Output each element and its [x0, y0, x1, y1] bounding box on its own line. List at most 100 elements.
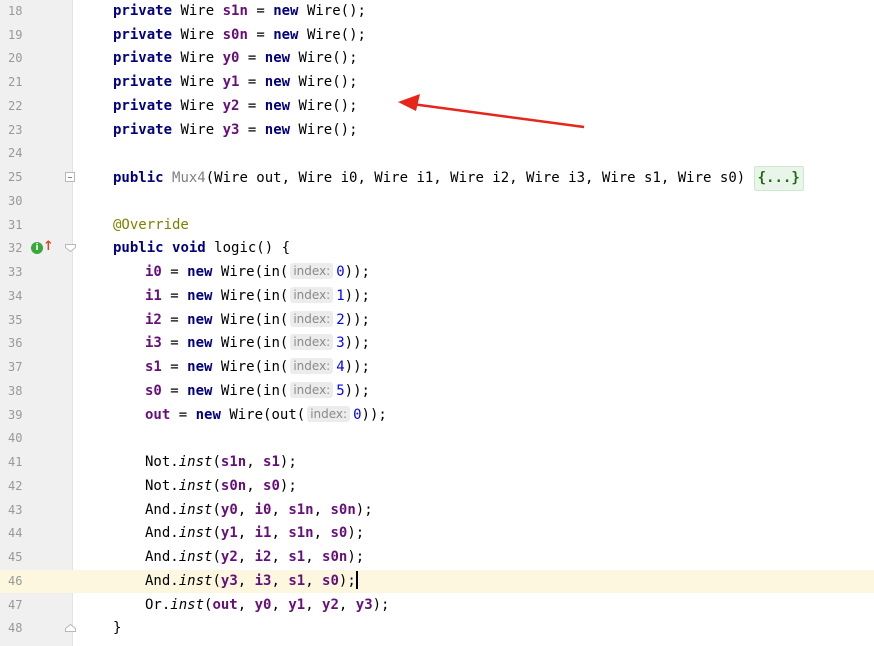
code-text[interactable]: private Wire y1 = new Wire();: [113, 71, 358, 94]
number-literal: 0: [353, 407, 362, 423]
keyword-private: private: [113, 122, 173, 138]
code-text[interactable]: And.inst(y0, i0, s1n, s0n);: [145, 499, 373, 522]
code-text[interactable]: private Wire y3 = new Wire();: [113, 119, 358, 142]
code-text[interactable]: Not.inst(s0n, s0);: [145, 475, 297, 498]
constructor-call: Wire(: [220, 383, 264, 399]
code-text[interactable]: Or.inst(out, y0, y1, y2, y3);: [145, 594, 389, 617]
code-line[interactable]: 37 s1 = new Wire(in(index: 4));: [0, 356, 874, 379]
keyword-private: private: [113, 3, 173, 19]
code-line[interactable]: 24: [0, 142, 874, 165]
code-line[interactable]: 39 out = new Wire(out(index: 0));: [0, 404, 874, 427]
code-line[interactable]: 41 Not.inst(s1n, s1);: [0, 451, 874, 474]
line-number: 23: [8, 123, 23, 137]
code-text[interactable]: private Wire y2 = new Wire();: [113, 95, 358, 118]
constructor-call: Wire();: [298, 98, 358, 114]
method-signature: logic() {: [205, 240, 291, 256]
argument: y1: [220, 525, 238, 541]
argument: i0: [254, 502, 272, 518]
code-line[interactable]: 35 i2 = new Wire(in(index: 2));: [0, 309, 874, 332]
line-number: 43: [8, 503, 23, 517]
field-name: y3: [222, 122, 240, 138]
code-line[interactable]: 43 And.inst(y0, i0, s1n, s0n);: [0, 499, 874, 522]
code-line[interactable]: 21 private Wire y1 = new Wire();: [0, 71, 874, 94]
static-method-call: inst: [178, 502, 213, 518]
keyword-public: public: [113, 240, 164, 256]
type-name: Wire: [180, 3, 215, 19]
code-line[interactable]: 23 private Wire y3 = new Wire();: [0, 119, 874, 142]
class-name: And: [145, 573, 171, 589]
code-line[interactable]: 48}: [0, 617, 874, 640]
code-text[interactable]: private Wire s1n = new Wire();: [113, 0, 366, 23]
keyword-new: new: [187, 288, 213, 304]
code-line[interactable]: 22 private Wire y2 = new Wire();: [0, 95, 874, 118]
closing-parens: ));: [344, 264, 370, 280]
code-line[interactable]: 20 private Wire y0 = new Wire();: [0, 47, 874, 70]
code-line[interactable]: 45 And.inst(y2, i2, s1, s0n);: [0, 546, 874, 569]
field-name: i1: [145, 288, 162, 304]
parameter-hint: index:: [290, 334, 334, 350]
code-text[interactable]: Not.inst(s1n, s1);: [145, 451, 297, 474]
fold-marker-icon[interactable]: [65, 244, 76, 252]
code-text[interactable]: }: [113, 617, 121, 640]
code-text[interactable]: i0 = new Wire(in(index: 0));: [145, 261, 370, 284]
code-line[interactable]: 42 Not.inst(s0n, s0);: [0, 475, 874, 498]
argument: s0n: [220, 478, 247, 494]
code-line[interactable]: 44 And.inst(y1, i1, s1n, s0);: [0, 522, 874, 545]
argument: out: [212, 597, 238, 613]
argument: y1: [288, 597, 306, 613]
code-text[interactable]: i2 = new Wire(in(index: 2));: [145, 309, 370, 332]
fold-toggle-icon[interactable]: [65, 172, 75, 182]
code-text[interactable]: s0 = new Wire(in(index: 5));: [145, 380, 370, 403]
constructor-call: Wire(: [229, 407, 272, 423]
code-text[interactable]: And.inst(y3, i3, s1, s0);: [145, 570, 358, 593]
constructor-name: Mux4: [172, 170, 206, 186]
code-text[interactable]: private Wire s0n = new Wire();: [113, 24, 366, 47]
override-method-icon[interactable]: i: [31, 242, 43, 254]
number-literal: 1: [336, 288, 345, 304]
argument: s0: [263, 478, 280, 494]
code-line[interactable]: 34 i1 = new Wire(in(index: 1));: [0, 285, 874, 308]
code-text[interactable]: out = new Wire(out(index: 0));: [145, 404, 387, 427]
code-text[interactable]: @Override: [113, 214, 189, 237]
constructor-call: Wire();: [306, 3, 366, 19]
up-arrow-icon[interactable]: ↑: [43, 240, 54, 254]
code-line[interactable]: 46 And.inst(y3, i3, s1, s0);: [0, 570, 874, 593]
code-line[interactable]: 36 i3 = new Wire(in(index: 3));: [0, 332, 874, 355]
field-name: s0n: [222, 27, 248, 43]
folded-code-block[interactable]: {...}: [753, 166, 804, 191]
code-text[interactable]: public void logic() {: [113, 237, 290, 260]
code-text[interactable]: i1 = new Wire(in(index: 1));: [145, 285, 370, 308]
line-number: 19: [8, 28, 23, 42]
line-number: 20: [8, 51, 23, 65]
code-line[interactable]: 18 private Wire s1n = new Wire();: [0, 0, 874, 23]
code-line[interactable]: 30: [0, 190, 874, 213]
code-line[interactable]: 40: [0, 427, 874, 450]
keyword-new: new: [187, 264, 213, 280]
code-line[interactable]: 47 Or.inst(out, y0, y1, y2, y3);: [0, 594, 874, 617]
type-name: Wire: [180, 74, 215, 90]
field-name: i2: [145, 312, 162, 328]
constructor-call: Wire();: [306, 27, 366, 43]
type-name: Wire: [180, 27, 215, 43]
code-line[interactable]: 31 @Override: [0, 214, 874, 237]
code-line[interactable]: 19 private Wire s0n = new Wire();: [0, 24, 874, 47]
code-text[interactable]: And.inst(y2, i2, s1, s0n);: [145, 546, 364, 569]
code-line[interactable]: 38 s0 = new Wire(in(index: 5));: [0, 380, 874, 403]
argument: s1n: [288, 525, 314, 541]
code-line[interactable]: 25 public Mux4(Wire out, Wire i0, Wire i1…: [0, 166, 874, 191]
type-name: Wire: [180, 50, 215, 66]
constructor-call: Wire(: [220, 359, 264, 375]
parameter-hint: index:: [290, 263, 334, 279]
code-text[interactable]: private Wire y0 = new Wire();: [113, 47, 358, 70]
argument: y0: [254, 597, 272, 613]
class-name: And: [145, 549, 171, 565]
code-text[interactable]: And.inst(y1, i1, s1n, s0);: [145, 522, 364, 545]
code-line[interactable]: 33 i0 = new Wire(in(index: 0));: [0, 261, 874, 284]
line-number: 25: [8, 170, 23, 184]
fold-end-icon[interactable]: [65, 624, 76, 632]
code-editor[interactable]: 18 private Wire s1n = new Wire(); 19 privat…: [0, 0, 874, 646]
code-text[interactable]: s1 = new Wire(in(index: 4));: [145, 356, 370, 379]
code-text[interactable]: public Mux4(Wire out, Wire i0, Wire i1, …: [113, 166, 804, 191]
code-line[interactable]: 32 i ↑ public void logic() {: [0, 237, 874, 260]
code-text[interactable]: i3 = new Wire(in(index: 3));: [145, 332, 370, 355]
